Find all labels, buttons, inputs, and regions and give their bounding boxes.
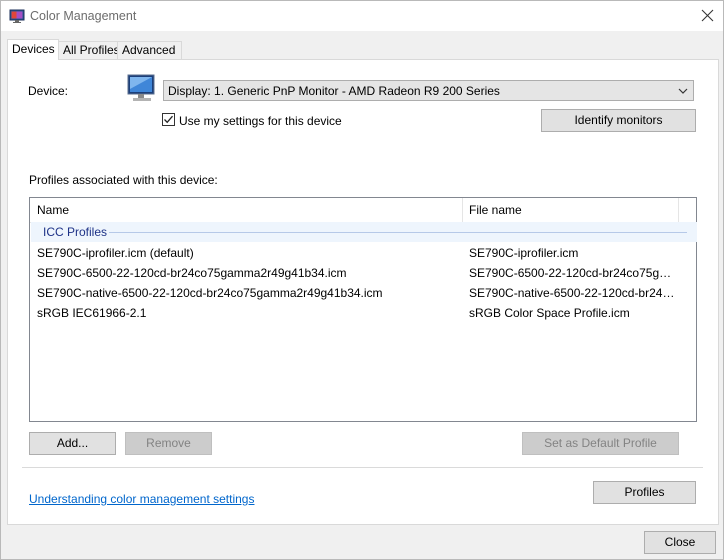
use-my-settings-label: Use my settings for this device — [179, 114, 342, 128]
profile-file-name: SE790C-iprofiler.icm — [469, 246, 579, 260]
window-title: Color Management — [30, 9, 137, 23]
profile-file-name: SE790C-native-6500-22-120cd-br24c... — [469, 286, 675, 300]
tab-all-profiles[interactable]: All Profiles — [58, 41, 120, 59]
tab-advanced-label: Advanced — [122, 43, 176, 57]
profile-name: SE790C-iprofiler.icm (default) — [37, 246, 194, 260]
color-management-window: Color Management Devices All Profiles Ad… — [0, 0, 724, 560]
remove-button[interactable]: Remove — [125, 432, 212, 455]
list-item[interactable]: sRGB IEC61966-2.1 sRGB Color Space Profi… — [31, 303, 695, 323]
group-divider — [109, 232, 687, 233]
list-item[interactable]: SE790C-6500-22-120cd-br24co75gamma2r49g4… — [31, 263, 695, 283]
chevron-down-icon — [678, 88, 688, 94]
profile-name: SE790C-6500-22-120cd-br24co75gamma2r49g4… — [37, 266, 347, 280]
list-header: Name File name — [30, 198, 696, 223]
profiles-button[interactable]: Profiles — [593, 481, 696, 504]
profile-file-name: sRGB Color Space Profile.icm — [469, 306, 630, 320]
color-management-app-icon — [9, 9, 25, 23]
list-item[interactable]: SE790C-native-6500-22-120cd-br24co75gamm… — [31, 283, 695, 303]
divider — [22, 467, 703, 468]
use-my-settings-checkbox[interactable] — [162, 113, 175, 126]
icc-profiles-group-header[interactable]: ICC Profiles — [31, 222, 697, 242]
tab-devices-label: Devices — [12, 42, 55, 56]
close-window-icon[interactable] — [699, 7, 717, 25]
profile-file-name: SE790C-6500-22-120cd-br24co75ga... — [469, 266, 675, 280]
title-bar: Color Management — [1, 1, 723, 31]
list-item[interactable]: SE790C-iprofiler.icm (default) SE790C-ip… — [31, 243, 695, 263]
device-label: Device: — [28, 84, 69, 98]
tab-all-profiles-label: All Profiles — [63, 43, 120, 57]
understanding-color-management-link[interactable]: Understanding color management settings — [29, 492, 254, 506]
profiles-section-label: Profiles associated with this device: — [29, 173, 218, 187]
column-separator[interactable] — [678, 198, 679, 222]
tab-devices[interactable]: Devices — [7, 39, 59, 60]
tab-advanced[interactable]: Advanced — [117, 41, 182, 59]
device-dropdown[interactable]: Display: 1. Generic PnP Monitor - AMD Ra… — [163, 80, 694, 101]
column-header-file-name[interactable]: File name — [469, 203, 522, 217]
group-label: ICC Profiles — [43, 225, 108, 239]
profiles-list[interactable]: Name File name ICC Profiles SE790C-iprof… — [29, 197, 697, 422]
devices-panel: Device: Display: 1. Generic PnP Monitor … — [7, 59, 719, 525]
column-separator[interactable] — [462, 198, 463, 222]
profile-name: SE790C-native-6500-22-120cd-br24co75gamm… — [37, 286, 383, 300]
identify-monitors-button[interactable]: Identify monitors — [541, 109, 696, 132]
monitor-icon — [127, 74, 155, 101]
close-button[interactable]: Close — [644, 531, 716, 554]
profile-name: sRGB IEC61966-2.1 — [37, 306, 147, 320]
set-as-default-profile-button[interactable]: Set as Default Profile — [522, 432, 679, 455]
device-dropdown-value: Display: 1. Generic PnP Monitor - AMD Ra… — [168, 84, 500, 98]
add-button[interactable]: Add... — [29, 432, 116, 455]
checkmark-icon — [164, 115, 173, 124]
column-header-name[interactable]: Name — [37, 203, 69, 217]
